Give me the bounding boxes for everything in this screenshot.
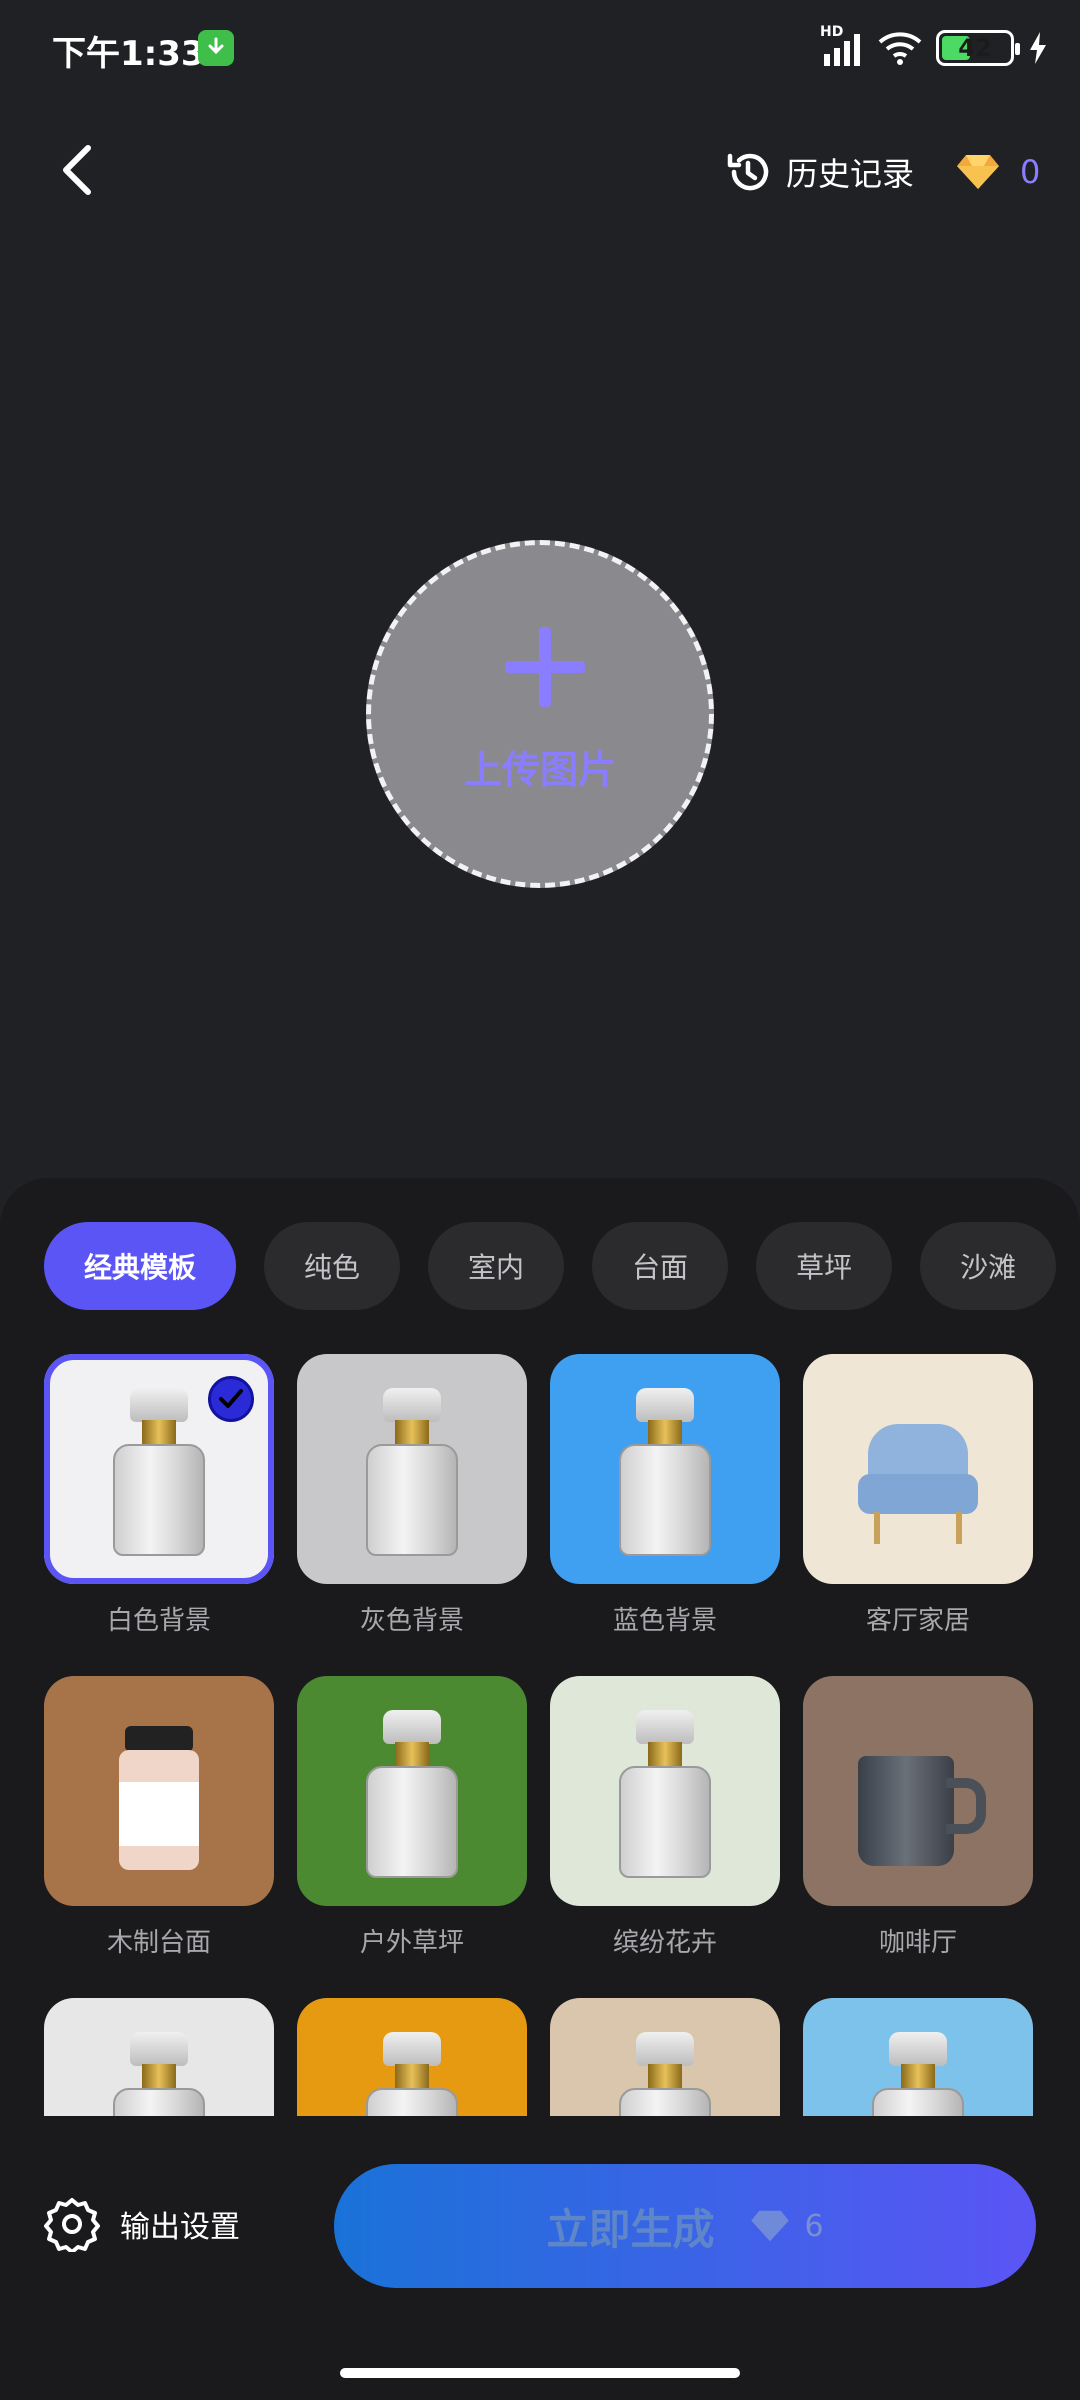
template-thumbnail — [297, 1354, 527, 1584]
status-bar: 下午1:33 HD 42 — [0, 0, 1080, 96]
history-icon — [727, 153, 769, 191]
generate-cost: 6 — [750, 2208, 824, 2244]
template-thumbnail — [803, 1998, 1033, 2116]
checkmark-icon — [208, 1376, 254, 1422]
tab-1[interactable]: 纯色 — [264, 1222, 401, 1310]
battery-icon: 42 — [936, 30, 1020, 66]
perfume-bottle-image — [615, 1710, 715, 1880]
battery-level: 42 — [958, 34, 992, 62]
template-label: 木制台面 — [106, 1928, 211, 1958]
template-label: 灰色背景 — [359, 1606, 464, 1636]
template-card[interactable] — [297, 1998, 527, 2116]
template-grid[interactable]: 白色背景 灰色背景 蓝色背景 客厅家居木制台面 户外草坪 缤纷花卉 咖啡厅 — [44, 1354, 1036, 2116]
template-label: 蓝色背景 — [612, 1606, 717, 1636]
template-label: 户外草坪 — [359, 1928, 464, 1958]
template-card[interactable]: 客厅家居 — [803, 1354, 1033, 1637]
gem-count: 0 — [1020, 153, 1041, 191]
tab-2[interactable]: 室内 — [428, 1222, 565, 1310]
tab-3[interactable]: 台面 — [592, 1222, 729, 1310]
download-notification-icon — [198, 30, 234, 66]
template-thumbnail — [803, 1676, 1033, 1906]
status-icons: HD 42 — [820, 24, 1048, 68]
diamond-icon — [957, 155, 999, 189]
upload-image-button[interactable]: 上传图片 — [366, 540, 714, 888]
jar-image — [119, 1726, 199, 1876]
perfume-bottle-image — [362, 2032, 462, 2116]
template-thumbnail — [44, 1998, 274, 2116]
tab-4[interactable]: 草坪 — [756, 1222, 893, 1310]
perfume-bottle-image — [109, 1388, 209, 1558]
perfume-bottle-image — [362, 1388, 462, 1558]
history-button[interactable]: 历史记录 — [724, 144, 914, 200]
perfume-bottle-image — [362, 1710, 462, 1880]
signal-icon: HD — [820, 24, 864, 68]
template-card[interactable]: 缤纷花卉 — [550, 1676, 780, 1959]
template-card[interactable] — [803, 1998, 1033, 2116]
status-time: 下午1:33 — [52, 34, 205, 74]
upload-label: 上传图片 — [463, 748, 616, 792]
perfume-bottle-image — [868, 2032, 968, 2116]
template-card[interactable]: 灰色背景 — [297, 1354, 527, 1637]
template-card[interactable] — [44, 1998, 274, 2116]
wifi-icon — [878, 32, 922, 65]
template-label: 咖啡厅 — [878, 1928, 957, 1958]
category-tabs: 经典模板纯色室内台面草坪沙滩花 — [44, 1222, 1080, 1310]
back-button[interactable] — [52, 140, 112, 200]
diamond-icon — [751, 2210, 790, 2242]
tab-0[interactable]: 经典模板 — [44, 1222, 237, 1310]
template-label: 缤纷花卉 — [612, 1928, 717, 1958]
template-thumbnail — [297, 1676, 527, 1906]
perfume-bottle-image — [615, 2032, 715, 2116]
output-settings-label: 输出设置 — [120, 2210, 240, 2245]
output-settings-button[interactable]: 输出设置 — [44, 2192, 240, 2256]
template-thumbnail — [550, 1998, 780, 2116]
generate-button[interactable]: 立即生成 6 — [334, 2164, 1036, 2288]
mug-image — [858, 1756, 988, 1866]
perfume-bottle-image — [615, 1388, 715, 1558]
template-thumbnail — [550, 1354, 780, 1584]
template-card[interactable]: 咖啡厅 — [803, 1676, 1033, 1959]
charging-icon — [1030, 32, 1046, 64]
template-card[interactable]: 白色背景 — [44, 1354, 274, 1637]
template-label: 白色背景 — [106, 1606, 211, 1636]
chevron-left-icon — [63, 145, 91, 195]
template-card[interactable] — [550, 1998, 780, 2116]
armchair-image — [858, 1424, 978, 1544]
template-card[interactable]: 木制台面 — [44, 1676, 274, 1959]
plus-icon — [505, 627, 585, 707]
gem-balance[interactable]: 0 — [956, 146, 1040, 198]
template-card[interactable]: 蓝色背景 — [550, 1354, 780, 1637]
gear-icon — [44, 2198, 100, 2252]
template-thumbnail — [297, 1998, 527, 2116]
tab-5[interactable]: 沙滩 — [920, 1222, 1057, 1310]
home-indicator[interactable] — [340, 2368, 740, 2378]
generate-label: 立即生成 — [546, 2204, 715, 2254]
template-label: 客厅家居 — [865, 1606, 970, 1636]
template-card[interactable]: 户外草坪 — [297, 1676, 527, 1959]
history-label: 历史记录 — [786, 155, 915, 193]
generate-cost-value: 6 — [804, 2208, 824, 2244]
perfume-bottle-image — [109, 2032, 209, 2116]
template-thumbnail — [44, 1676, 274, 1906]
template-thumbnail — [803, 1354, 1033, 1584]
template-thumbnail — [550, 1676, 780, 1906]
template-thumbnail — [44, 1354, 274, 1584]
